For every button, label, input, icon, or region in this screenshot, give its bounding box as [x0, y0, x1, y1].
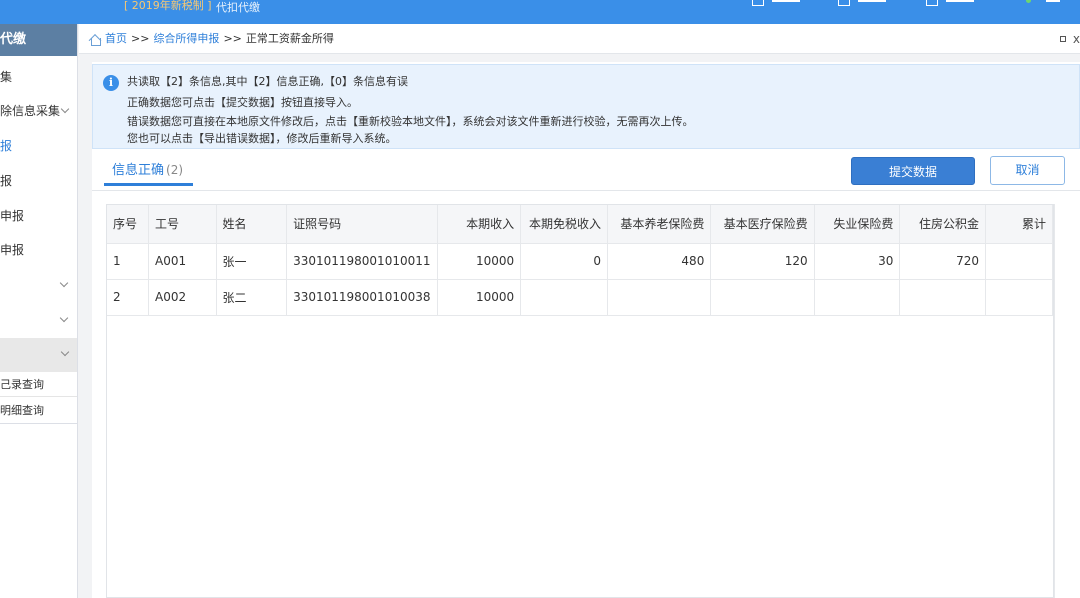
- col-header-employee-id: 工号: [148, 205, 216, 243]
- sidebar-item-report-2[interactable]: 报: [0, 170, 78, 192]
- cell-unemployment: [814, 279, 900, 315]
- notice-line: 您也可以点击【导出错误数据】，修改后重新导入系统。: [127, 132, 397, 146]
- notice-line: 正确数据您可点击【提交数据】按钮直接导入。: [127, 96, 358, 110]
- cell-medical: 120: [711, 243, 814, 279]
- col-header-name: 姓名: [216, 205, 287, 243]
- cell-id-number: 330101198001010038: [287, 279, 437, 315]
- tab-correct-info[interactable]: 信息正确(2): [104, 159, 193, 186]
- cell-housing-fund: [900, 279, 986, 315]
- toolbar-link-2[interactable]: [858, 0, 886, 2]
- col-header-medical: 基本医疗保险费: [711, 205, 814, 243]
- cell-income: 10000: [437, 279, 521, 315]
- cell-cumulative: [986, 279, 1053, 315]
- col-header-pension: 基本养老保险费: [607, 205, 710, 243]
- sidebar-item-label: 集: [0, 70, 12, 84]
- sidebar-subitem-record-query[interactable]: 己录查询: [0, 372, 78, 397]
- sidebar-item-label: 除信息采集: [0, 104, 60, 118]
- tab-label: 信息正确: [112, 163, 164, 178]
- cell-housing-fund: 720: [900, 243, 986, 279]
- cell-name: 张一: [216, 243, 287, 279]
- sidebar-item-report-4[interactable]: 申报: [0, 239, 78, 261]
- chevron-down-icon: [61, 105, 69, 113]
- sidebar-item-label: 申报: [0, 209, 24, 223]
- main-panel: i 共读取【2】条信息,其中【2】信息正确,【0】条信息有误 正确数据您可点击【…: [92, 62, 1080, 598]
- breadcrumb-current: 正常工资薪金所得: [246, 32, 334, 45]
- cell-seq: 1: [107, 243, 148, 279]
- col-header-cumulative: 累计: [986, 205, 1053, 243]
- col-header-id-number: 证照号码: [287, 205, 437, 243]
- info-icon: i: [103, 75, 119, 91]
- chevron-down-icon: [61, 348, 69, 356]
- chevron-down-icon[interactable]: [60, 314, 68, 322]
- import-result-notice: i 共读取【2】条信息,其中【2】信息正确,【0】条信息有误 正确数据您可点击【…: [92, 64, 1080, 149]
- cell-cumulative: [986, 243, 1053, 279]
- sidebar-subitem-detail-query[interactable]: 明细查询: [0, 398, 78, 423]
- sidebar-item-label: 报: [0, 174, 12, 188]
- cell-id-number: 330101198001010011: [287, 243, 437, 279]
- cell-seq: 2: [107, 279, 148, 315]
- sidebar-submenu: 己录查询 明细查询: [0, 372, 78, 424]
- sidebar-group-query[interactable]: [0, 338, 78, 372]
- settings-icon[interactable]: [926, 0, 938, 6]
- notice-line: 共读取【2】条信息,其中【2】信息正确,【0】条信息有误: [127, 75, 408, 89]
- chevron-down-icon[interactable]: [60, 279, 68, 287]
- col-header-income: 本期收入: [437, 205, 521, 243]
- home-icon: [89, 34, 101, 45]
- table-header-row: 序号 工号 姓名 证照号码 本期收入 本期免税收入 基本养老保险费 基本医疗保险…: [107, 205, 1053, 243]
- download-icon[interactable]: [838, 0, 850, 6]
- cell-unemployment: 30: [814, 243, 900, 279]
- cell-medical: [711, 279, 814, 315]
- cell-employee-id: A001: [148, 243, 216, 279]
- breadcrumb: 首页 >> 综合所得申报 >> 正常工资薪金所得 x: [79, 24, 1080, 54]
- sidebar-item-deduction-collect[interactable]: 除信息采集: [0, 100, 78, 122]
- table-scrollbar[interactable]: [1054, 204, 1062, 598]
- cell-pension: 480: [607, 243, 710, 279]
- close-icon[interactable]: x: [1073, 24, 1080, 54]
- toolbar-link-3[interactable]: [946, 0, 974, 2]
- cell-tax-free-income: [521, 279, 608, 315]
- cell-name: 张二: [216, 279, 287, 315]
- sidebar-header: 代缴: [0, 24, 77, 56]
- sidebar-item-label: 报: [0, 139, 12, 153]
- toolbar-link-1[interactable]: [772, 0, 800, 2]
- maximize-icon[interactable]: [1060, 36, 1066, 42]
- breadcrumb-home[interactable]: 首页: [105, 32, 127, 45]
- cell-pension: [607, 279, 710, 315]
- toolbar-link-4[interactable]: [1046, 0, 1060, 2]
- notice-line: 错误数据您可直接在本地原文件修改后，点击【重新校验本地文件】，系统会对该文件重新…: [127, 115, 694, 129]
- sidebar-item-comprehensive-report[interactable]: 报: [0, 135, 78, 157]
- top-bar: [ 2019年新税制 ] 代扣代缴: [0, 0, 1080, 24]
- submit-data-button[interactable]: 提交数据: [851, 157, 975, 185]
- breadcrumb-separator: >>: [223, 32, 241, 45]
- tab-count: (2): [166, 163, 183, 177]
- version-label: [ 2019年新税制 ]: [124, 0, 212, 12]
- table-row[interactable]: 1 A001 张一 330101198001010011 10000 0 480…: [107, 243, 1053, 279]
- cell-income: 10000: [437, 243, 521, 279]
- col-header-tax-free-income: 本期免税收入: [521, 205, 608, 243]
- sidebar-item-collect[interactable]: 集: [0, 66, 78, 88]
- online-status-icon: [1026, 0, 1031, 3]
- sidebar: 代缴 集 除信息采集 报 报 申报 申报 己录查询 明细查询: [0, 24, 78, 598]
- cell-tax-free-income: 0: [521, 243, 608, 279]
- col-header-seq: 序号: [107, 205, 148, 243]
- data-table-container: 序号 工号 姓名 证照号码 本期收入 本期免税收入 基本养老保险费 基本医疗保险…: [106, 204, 1054, 598]
- breadcrumb-comprehensive-report[interactable]: 综合所得申报: [153, 32, 219, 45]
- col-header-housing-fund: 住房公积金: [900, 205, 986, 243]
- app-subtitle: 代扣代缴: [216, 2, 260, 14]
- breadcrumb-separator: >>: [131, 32, 149, 45]
- cancel-button[interactable]: 取消: [990, 156, 1065, 185]
- sidebar-item-report-3[interactable]: 申报: [0, 205, 78, 227]
- message-icon[interactable]: [752, 0, 764, 6]
- col-header-unemployment: 失业保险费: [814, 205, 900, 243]
- cell-employee-id: A002: [148, 279, 216, 315]
- sidebar-item-label: 申报: [0, 243, 24, 257]
- table-row[interactable]: 2 A002 张二 330101198001010038 10000: [107, 279, 1053, 315]
- data-table: 序号 工号 姓名 证照号码 本期收入 本期免税收入 基本养老保险费 基本医疗保险…: [107, 205, 1053, 316]
